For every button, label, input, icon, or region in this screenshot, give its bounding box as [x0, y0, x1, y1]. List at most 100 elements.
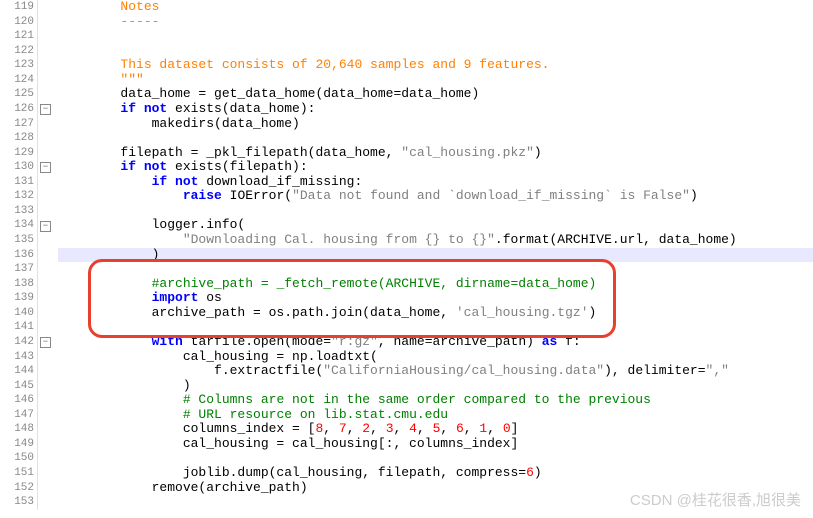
token-num: 7 [339, 421, 347, 436]
line-number: 123 [0, 58, 34, 73]
code-area[interactable]: Notes ----- This dataset consists of 20,… [54, 0, 813, 510]
token-id: , [487, 421, 503, 436]
token-id: f.extractfile( [58, 363, 323, 378]
code-line[interactable]: import os [58, 291, 813, 306]
token-id [58, 392, 183, 407]
line-number: 125 [0, 87, 34, 102]
code-line[interactable] [58, 131, 813, 146]
code-line[interactable]: if not download_if_missing: [58, 175, 813, 190]
line-number: 131 [0, 175, 34, 190]
token-id [58, 159, 120, 174]
line-number: 120 [0, 15, 34, 30]
code-line[interactable] [58, 262, 813, 277]
fold-toggle[interactable]: − [40, 104, 51, 115]
code-line[interactable]: if not exists(filepath): [58, 160, 813, 175]
code-line[interactable] [58, 44, 813, 59]
line-number: 148 [0, 422, 34, 437]
token-id: .format(ARCHIVE.url, data_home) [495, 232, 737, 247]
token-docstr: ----- [58, 14, 159, 29]
code-line[interactable]: raise IOError("Data not found and `downl… [58, 189, 813, 204]
token-id [58, 290, 152, 305]
token-str: "cal_housing.pkz" [401, 145, 534, 160]
code-line[interactable]: archive_path = os.path.join(data_home, '… [58, 306, 813, 321]
token-id: , [347, 421, 363, 436]
token-id: f: [557, 334, 580, 349]
token-docstr: This dataset consists of 20,640 samples … [58, 57, 549, 72]
line-number: 121 [0, 29, 34, 44]
code-line[interactable]: columns_index = [8, 7, 2, 3, 4, 5, 6, 1,… [58, 422, 813, 437]
code-line[interactable]: logger.info( [58, 218, 813, 233]
line-number: 144 [0, 364, 34, 379]
line-number: 122 [0, 44, 34, 59]
code-line[interactable]: """ [58, 73, 813, 88]
fold-toggle[interactable]: − [40, 162, 51, 173]
token-id: , name=archive_path) [378, 334, 542, 349]
token-id: joblib.dump(cal_housing, filepath, compr… [58, 465, 526, 480]
code-line[interactable]: ) [58, 379, 813, 394]
code-line[interactable]: data_home = get_data_home(data_home=data… [58, 87, 813, 102]
token-id [58, 407, 183, 422]
token-id: archive_path = os.path.join(data_home, [58, 305, 456, 320]
code-line[interactable] [58, 204, 813, 219]
code-line[interactable]: cal_housing = np.loadtxt( [58, 350, 813, 365]
token-kw: with [152, 334, 183, 349]
code-line[interactable]: if not exists(data_home): [58, 102, 813, 117]
line-number-gutter: 1191201211221231241251261271281291301311… [0, 0, 38, 510]
line-number: 152 [0, 481, 34, 496]
line-number: 133 [0, 204, 34, 219]
watermark: CSDN @桂花很香,旭很美 [630, 489, 801, 510]
token-num: 4 [409, 421, 417, 436]
line-number: 137 [0, 262, 34, 277]
token-id [58, 232, 183, 247]
code-line[interactable]: filepath = _pkl_filepath(data_home, "cal… [58, 146, 813, 161]
fold-toggle[interactable]: − [40, 337, 51, 348]
code-line[interactable]: # URL resource on lib.stat.cmu.edu [58, 408, 813, 423]
line-number: 132 [0, 189, 34, 204]
code-line[interactable]: joblib.dump(cal_housing, filepath, compr… [58, 466, 813, 481]
token-id: data_home = get_data_home(data_home=data… [58, 86, 479, 101]
token-num: 2 [362, 421, 370, 436]
code-line[interactable] [58, 320, 813, 335]
line-number: 151 [0, 466, 34, 481]
code-line[interactable]: cal_housing = cal_housing[:, columns_ind… [58, 437, 813, 452]
token-kw: as [542, 334, 558, 349]
token-kw: if not [152, 174, 199, 189]
token-id: ] [511, 421, 519, 436]
line-number: 139 [0, 291, 34, 306]
token-id [58, 101, 120, 116]
line-number: 138 [0, 277, 34, 292]
fold-toggle[interactable]: − [40, 221, 51, 232]
code-line[interactable]: ----- [58, 15, 813, 30]
code-line[interactable]: #archive_path = _fetch_remote(ARCHIVE, d… [58, 277, 813, 292]
code-line[interactable] [58, 29, 813, 44]
line-number: 126 [0, 102, 34, 117]
code-line[interactable] [58, 451, 813, 466]
token-id [58, 174, 152, 189]
line-number: 142 [0, 335, 34, 350]
line-number: 146 [0, 393, 34, 408]
token-id [58, 334, 152, 349]
token-comment: # Columns are not in the same order comp… [183, 392, 651, 407]
code-line[interactable]: makedirs(data_home) [58, 117, 813, 132]
line-number: 149 [0, 437, 34, 452]
token-id: tarfile.open(mode= [183, 334, 331, 349]
line-number: 134 [0, 218, 34, 233]
token-comment: # URL resource on lib.stat.cmu.edu [183, 407, 448, 422]
token-id: filepath = _pkl_filepath(data_home, [58, 145, 401, 160]
line-number: 145 [0, 379, 34, 394]
token-id: exists(data_home): [167, 101, 315, 116]
token-id: IOError( [222, 188, 292, 203]
code-line[interactable]: f.extractfile("CaliforniaHousing/cal_hou… [58, 364, 813, 379]
code-line[interactable]: Notes [58, 0, 813, 15]
code-line[interactable]: with tarfile.open(mode="r:gz", name=arch… [58, 335, 813, 350]
code-line[interactable]: "Downloading Cal. housing from {} to {}"… [58, 233, 813, 248]
line-number: 147 [0, 408, 34, 423]
token-id: ) [589, 305, 597, 320]
token-id: ) [58, 247, 159, 262]
token-id [58, 276, 152, 291]
code-line[interactable]: # Columns are not in the same order comp… [58, 393, 813, 408]
code-line[interactable]: This dataset consists of 20,640 samples … [58, 58, 813, 73]
token-num: 6 [456, 421, 464, 436]
code-line[interactable]: ) [58, 248, 813, 263]
token-id: ) [690, 188, 698, 203]
